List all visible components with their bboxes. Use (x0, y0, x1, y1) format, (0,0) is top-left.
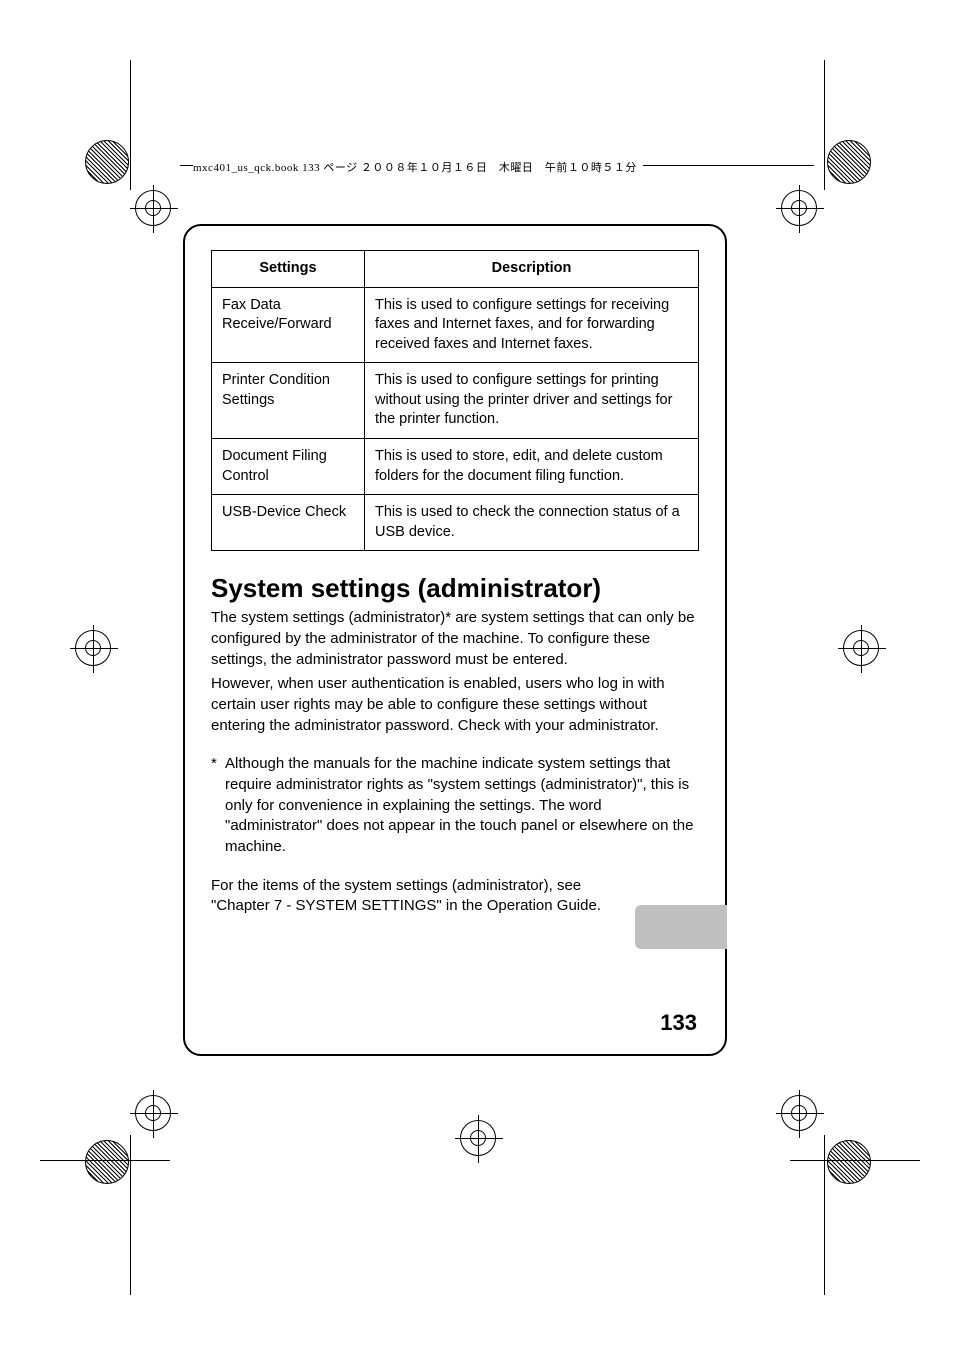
reference-paragraph: For the items of the system settings (ad… (211, 876, 699, 917)
table-head-row: Settings Description (212, 251, 699, 288)
registration-mark-icon (135, 190, 171, 226)
reference-line: "Chapter 7 - SYSTEM SETTINGS" in the Ope… (211, 896, 699, 917)
section-heading: System settings (administrator) (211, 573, 699, 604)
setting-desc: This is used to configure settings for r… (365, 287, 699, 363)
crop-ball-bottom-right (827, 1140, 871, 1184)
setting-name: Fax Data Receive/Forward (212, 287, 365, 363)
crop-line (130, 60, 131, 190)
table-row: Document Filing Control This is used to … (212, 438, 699, 494)
table-row: Fax Data Receive/Forward This is used to… (212, 287, 699, 363)
setting-name: Printer Condition Settings (212, 363, 365, 439)
table-row: Printer Condition Settings This is used … (212, 363, 699, 439)
settings-table: Settings Description Fax Data Receive/Fo… (211, 250, 699, 551)
setting-desc: This is used to check the connection sta… (365, 495, 699, 551)
body-paragraph: However, when user authentication is ena… (211, 674, 699, 736)
header-running-text: mxc401_us_qck.book 133 ページ ２００８年１０月１６日 木… (193, 159, 643, 175)
registration-mark-icon (843, 630, 879, 666)
footnote-marker: * (211, 754, 225, 857)
table-row: USB-Device Check This is used to check t… (212, 495, 699, 551)
footnote-text: Although the manuals for the machine ind… (225, 754, 699, 857)
crop-line (790, 1160, 920, 1161)
reference-line: For the items of the system settings (ad… (211, 876, 699, 897)
setting-desc: This is used to store, edit, and delete … (365, 438, 699, 494)
crop-line (40, 1160, 170, 1161)
registration-mark-icon (781, 1095, 817, 1131)
col-header-description: Description (365, 251, 699, 288)
footnote: * Although the manuals for the machine i… (211, 754, 699, 857)
registration-mark-icon (75, 630, 111, 666)
col-header-settings: Settings (212, 251, 365, 288)
crop-line (824, 1135, 825, 1295)
crop-line (824, 60, 825, 190)
body-paragraph: The system settings (administrator)* are… (211, 608, 699, 670)
crop-ball-top-right (827, 140, 871, 184)
crop-ball-top-left (85, 140, 129, 184)
registration-mark-icon (460, 1120, 496, 1156)
section-tab (635, 905, 727, 949)
crop-ball-bottom-left (85, 1140, 129, 1184)
setting-name: USB-Device Check (212, 495, 365, 551)
page-number: 133 (660, 1010, 697, 1036)
setting-name: Document Filing Control (212, 438, 365, 494)
crop-line (130, 1135, 131, 1295)
page-frame: Settings Description Fax Data Receive/Fo… (183, 224, 727, 1056)
registration-mark-icon (135, 1095, 171, 1131)
setting-desc: This is used to configure settings for p… (365, 363, 699, 439)
registration-mark-icon (781, 190, 817, 226)
